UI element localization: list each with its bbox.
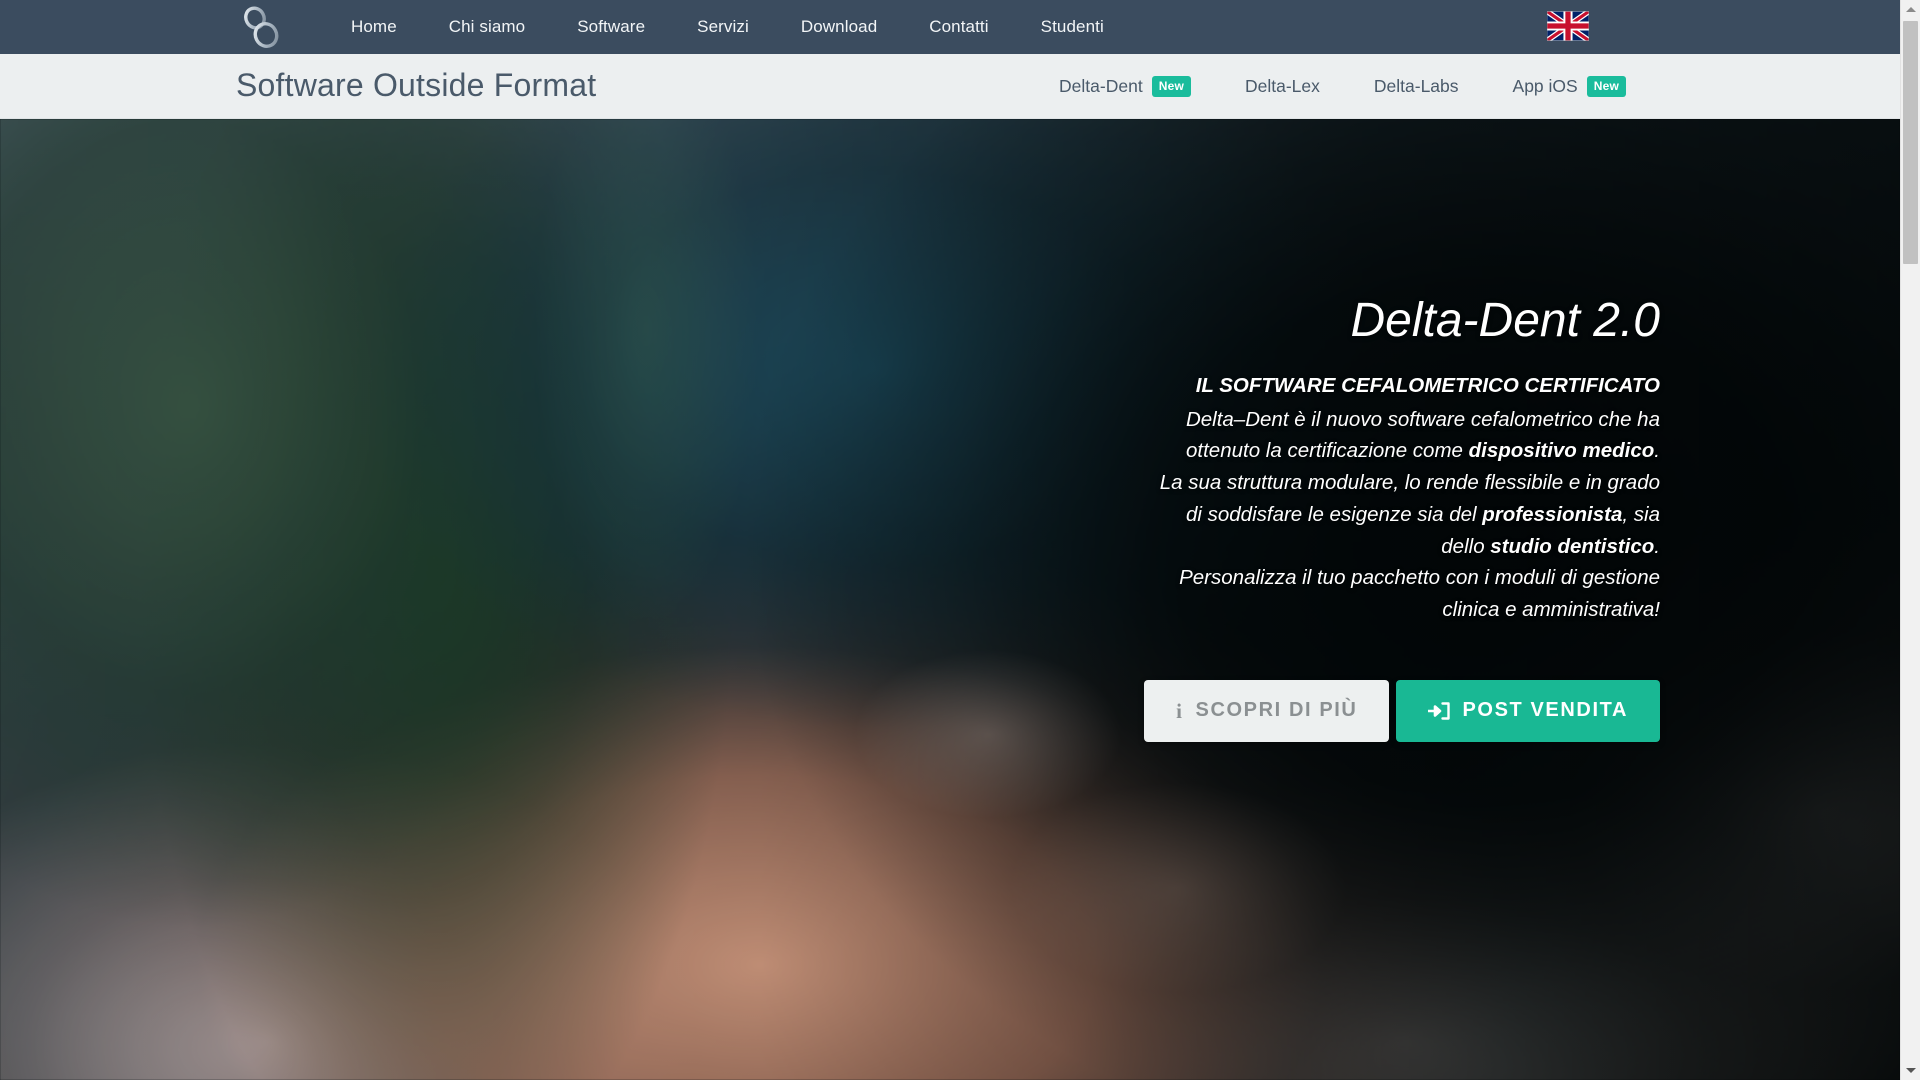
uk-flag-icon[interactable] [1545,9,1591,43]
sign-in-glyph [1428,702,1451,720]
hero-actions: i SCOPRI DI PIÙ POST VENDITA [960,679,1660,742]
scrollbar-thumb[interactable] [1903,21,1918,264]
badge-new-delta-dent: New [1151,76,1191,97]
browser-page: Home Chi siamo Software Servizi Download… [0,0,1920,1080]
hero-paragraph: Delta–Dent è il nuovo software cefalomet… [960,404,1660,626]
hero-line-3: La sua struttura modulare, lo rende fles… [1159,471,1660,495]
hero-line-1: Delta–Dent è il nuovo software cefalomet… [1185,407,1660,431]
product-label-delta-dent: Delta-Dent [1059,76,1143,96]
hero-line-4-bold: professionista [1482,502,1623,526]
nav-item-home[interactable]: Home [325,0,423,54]
top-navigation-bar: Home Chi siamo Software Servizi Download… [0,0,1900,54]
product-label-app-ios: App iOS [1512,76,1578,96]
hero-line-7: clinica e amministrativa! [1442,598,1660,622]
hero-line-5-pre: dello [1441,534,1491,558]
hero-content: Delta-Dent 2.0 IL SOFTWARE CEFALOMETRICO… [960,294,1661,742]
scroll-down-arrow-icon [1905,1068,1916,1073]
brand-bar: Software Outside Format Delta-Dent New D… [0,54,1900,119]
product-label-delta-labs: Delta-Labs [1373,76,1459,96]
hero-line-5-bold: studio dentistico [1490,534,1655,558]
vertical-scrollbar[interactable] [1900,0,1920,1080]
sign-in-icon [1428,702,1451,720]
product-nav: Delta-Dent New Delta-Lex Delta-Labs App … [1059,54,1626,119]
nav-item-software[interactable]: Software [551,0,671,54]
product-link-delta-dent[interactable]: Delta-Dent New [1059,76,1191,97]
infinity-loop-icon [244,6,279,48]
product-label-delta-lex: Delta-Lex [1244,76,1320,96]
scroll-up-arrow-icon [1905,7,1916,12]
hero-line-4-post: , sia [1622,502,1660,526]
badge-new-app-ios: New [1586,76,1626,97]
scroll-up-arrow[interactable] [1901,0,1920,19]
nav-item-studenti[interactable]: Studenti [1015,0,1130,54]
page-viewport: Home Chi siamo Software Servizi Download… [0,0,1900,1080]
main-nav: Home Chi siamo Software Servizi Download… [325,0,1130,54]
uk-flag-glyph [1545,9,1591,43]
hero-line-5-post: . [1654,534,1660,558]
hero-line-2-bold: dispositivo medico [1468,439,1655,463]
nav-item-download[interactable]: Download [775,0,903,54]
hero-line-2-post: . [1654,439,1660,463]
scopri-di-piu-label: SCOPRI DI PIÙ [1195,699,1358,722]
nav-item-contatti[interactable]: Contatti [903,0,1014,54]
hero-lead: IL SOFTWARE CEFALOMETRICO CERTIFICATO [1195,373,1660,397]
hero-title: Delta-Dent 2.0 [1350,294,1661,347]
hero-line-4-pre: di soddisfare le esigenze sia del [1185,502,1483,526]
hero-line-2-pre: ottenuto la certificazione come [1186,439,1469,463]
hero-section: Delta-Dent 2.0 IL SOFTWARE CEFALOMETRICO… [0,119,1900,1080]
infinity-loop-logo[interactable] [236,3,286,51]
scroll-down-arrow[interactable] [1901,1061,1920,1080]
scopri-di-piu-button[interactable]: i SCOPRI DI PIÙ [1144,679,1390,742]
product-link-delta-lex[interactable]: Delta-Lex [1245,76,1320,97]
product-link-delta-labs[interactable]: Delta-Labs [1374,76,1459,97]
post-vendita-label: POST VENDITA [1462,699,1628,722]
hero-line-6: Personalizza il tuo pacchetto con i modu… [1179,566,1660,590]
post-vendita-button[interactable]: POST VENDITA [1396,679,1660,742]
site-title: Software Outside Format [236,67,597,103]
nav-item-servizi[interactable]: Servizi [671,0,775,54]
product-link-app-ios[interactable]: App iOS New [1513,76,1626,97]
nav-item-chi-siamo[interactable]: Chi siamo [423,0,551,54]
